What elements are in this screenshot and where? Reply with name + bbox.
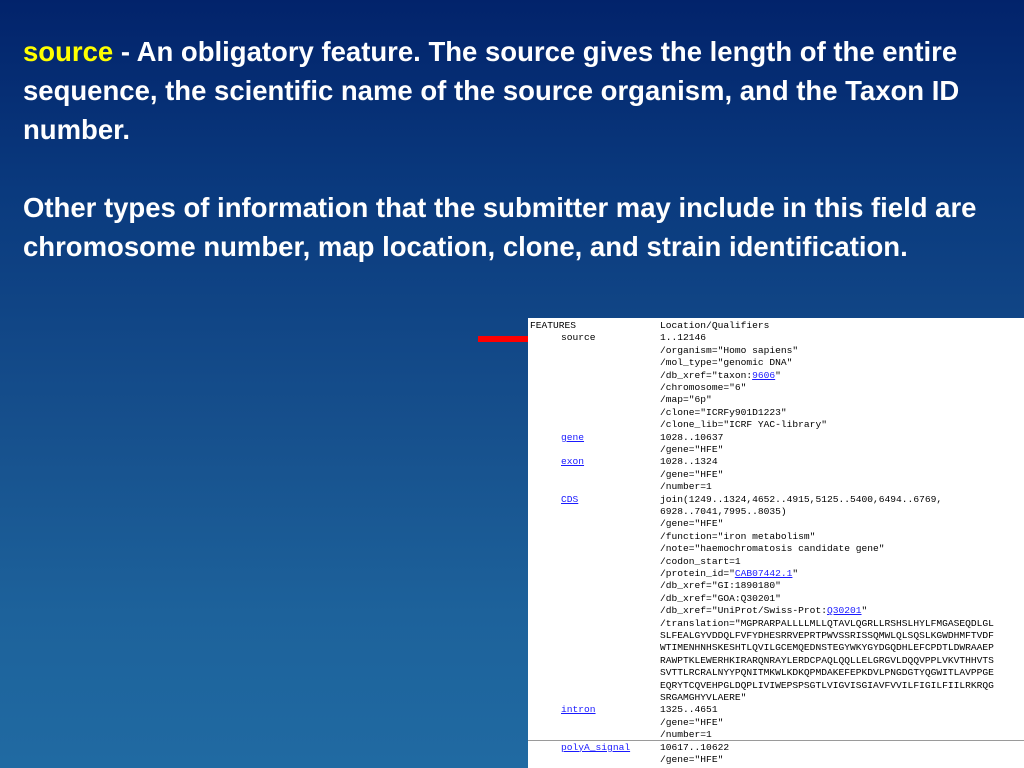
feature-key-features: FEATURES — [530, 320, 577, 331]
value-text: SRGAMGHYVLAERE" — [660, 692, 747, 703]
feature-key-source: source — [561, 332, 596, 344]
value-text: " — [775, 369, 781, 381]
value-text: /clone="ICRFy901D1223" — [660, 406, 787, 418]
value-text: /db_xref="UniProt/Swiss-Prot: — [660, 605, 827, 617]
feature-value: 1..12146 — [660, 332, 706, 344]
value-text: /db_xref="GI:1890180" — [660, 580, 781, 592]
feature-value: /organism="Homo sapiens" — [660, 345, 798, 357]
feature-value: SLFEALGYVDDQLFVFYDHESRRVEPRTPWVSSRISSQMW… — [660, 630, 994, 642]
feature-value: /db_xref="GOA:Q30201" — [660, 593, 781, 605]
feature-value: 6928..7041,7995..8035) — [660, 506, 787, 518]
feature-value: WTIMENHNHSKESHTLQVILGCEMQEDNSTEGYWKYGYDG… — [660, 642, 994, 654]
feature-value: /chromosome="6" — [660, 382, 746, 394]
value-text: /codon_start=1 — [660, 555, 741, 567]
value-text: /function="iron metabolism" — [660, 530, 816, 542]
xref-link[interactable]: CAB07442.1 — [735, 568, 793, 579]
value-text: /db_xref="GOA:Q30201" — [660, 592, 781, 604]
feature-value: /mol_type="genomic DNA" — [660, 357, 792, 369]
value-text: 10617..10622 — [660, 741, 730, 753]
value-text: /number=1 — [660, 481, 712, 493]
source-description: - An obligatory feature. The source give… — [23, 36, 960, 145]
feature-value: /gene="HFE" — [660, 754, 723, 766]
value-text: /gene="HFE" — [660, 444, 724, 455]
feature-value: Location/Qualifiers — [660, 320, 769, 332]
value-text: /gene="HFE" — [660, 518, 724, 530]
feature-key-cds[interactable]: CDS — [561, 494, 578, 506]
feature-value: 1028..10637 — [660, 432, 723, 444]
feature-value: 1325..4651 — [660, 704, 718, 716]
feature-value: /db_xref="UniProt/Swiss-Prot:Q30201" — [660, 605, 867, 617]
value-text: Location/Qualifiers — [660, 320, 770, 331]
feature-value: /protein_id="CAB07442.1" — [660, 568, 798, 580]
xref-link[interactable]: 9606 — [752, 370, 775, 381]
section-divider — [528, 739, 1024, 741]
value-text: 1028..1324 — [660, 456, 718, 468]
value-text: 1325..4651 — [660, 704, 718, 716]
feature-value: /db_xref="taxon:9606" — [660, 370, 781, 382]
value-text: /gene="HFE" — [660, 754, 724, 765]
feature-value: EQRYTCQVEHPGLDQPLIVIWEPSPSGTLVIGVISGIAVF… — [660, 680, 994, 692]
value-text: /number=1 — [660, 729, 712, 741]
value-text: /protein_id=" — [660, 568, 735, 579]
value-text: EQRYTCQVEHPGLDQPLIVIWEPSPSGTLVIGVISGIAVF… — [660, 679, 994, 691]
feature-key-polya-signal[interactable]: polyA_signal — [561, 742, 630, 754]
arrow-shaft — [478, 336, 530, 342]
value-text: WTIMENHNHSKESHTLQVILGCEMQEDNSTEGYWKYGYDG… — [660, 642, 994, 654]
value-text: /map="6p" — [660, 394, 712, 406]
value-text: 1..12146 — [660, 332, 707, 344]
feature-value: /number=1 — [660, 481, 712, 493]
xref-link[interactable]: Q30201 — [827, 605, 862, 616]
paragraph-other-information: Other types of information that the subm… — [23, 192, 977, 262]
slide-text: source - An obligatory feature. The sour… — [23, 32, 1008, 266]
feature-value: 1028..1324 — [660, 456, 718, 468]
feature-value: /db_xref="GI:1890180" — [660, 580, 781, 592]
value-text: RAWPTKLEWERHKIRARQNRAYLERDCPAQLQQLLELGRG… — [660, 654, 994, 666]
value-text: /gene="HFE" — [660, 716, 724, 728]
value-text: join(1249..1324,4652..4915,5125..5400,64… — [660, 493, 943, 505]
genbank-features-panel: FEATURES Location/Qualifiers source 1..1214… — [528, 318, 1024, 768]
value-text: /note="haemochromatosis candidate gene" — [660, 543, 885, 555]
value-text: " — [792, 568, 799, 579]
feature-value: join(1249..1324,4652..4915,5125..5400,64… — [660, 494, 942, 506]
feature-value: 10617..10622 — [660, 742, 729, 754]
feature-value: /map="6p" — [660, 394, 712, 406]
feature-key-gene[interactable]: gene — [561, 432, 584, 444]
feature-value: /codon_start=1 — [660, 556, 741, 568]
source-keyword: source — [23, 36, 114, 67]
value-text: /translation="MGPRARPALLLLMLLQTAVLQGRLLR… — [660, 617, 994, 629]
value-text: SLFEALGYVDDQLFVFYDHESRRVEPRTPWVSSRISSQMW… — [660, 630, 994, 641]
feature-key-exon[interactable]: exon — [561, 456, 584, 468]
feature-value: SRGAMGHYVLAERE" — [660, 692, 746, 704]
feature-value: /translation="MGPRARPALLLLMLLQTAVLQGRLLR… — [660, 618, 994, 630]
value-text: SVTTLRCRALNYYPQNITMKWLKDKQPMDAKEFEPKDVLP… — [660, 667, 994, 679]
value-text: /db_xref="taxon: — [660, 369, 753, 381]
value-text: 6928..7041,7995..8035) — [660, 506, 787, 517]
feature-key-intron[interactable]: intron — [561, 704, 596, 716]
feature-value: /function="iron metabolism" — [660, 531, 815, 543]
feature-value: /clone_lib="ICRF YAC-library" — [660, 419, 827, 431]
value-text: 1028..10637 — [660, 431, 724, 443]
feature-value: /clone="ICRFy901D1223" — [660, 407, 787, 419]
feature-value: RAWPTKLEWERHKIRARQNRAYLERDCPAQLQQLLELGRG… — [660, 655, 994, 667]
value-text: " — [861, 605, 868, 617]
feature-value: /gene="HFE" — [660, 444, 723, 456]
value-text: /organism="Homo sapiens" — [660, 344, 799, 356]
feature-value: /gene="HFE" — [660, 469, 723, 481]
value-text: /mol_type="genomic DNA" — [660, 357, 793, 369]
feature-value: SVTTLRCRALNYYPQNITMKWLKDKQPMDAKEFEPKDVLP… — [660, 667, 994, 679]
value-text: /chromosome="6" — [660, 382, 747, 393]
value-text: /clone_lib="ICRF YAC-library" — [660, 419, 827, 431]
feature-value: /note="haemochromatosis candidate gene" — [660, 543, 885, 555]
value-text: /gene="HFE" — [660, 468, 724, 480]
feature-value: /gene="HFE" — [660, 717, 723, 729]
paragraph-source-description: source - An obligatory feature. The sour… — [23, 32, 1008, 149]
feature-value: /gene="HFE" — [660, 518, 723, 530]
